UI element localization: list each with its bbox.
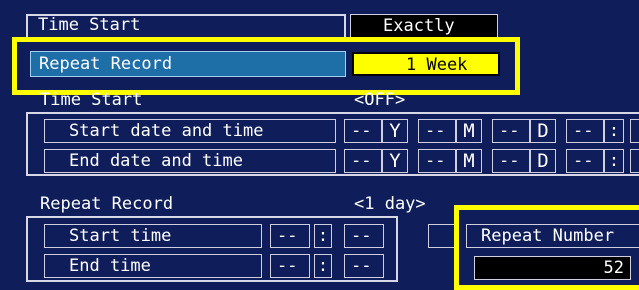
start-day-field[interactable]: -- [492,119,530,143]
time-start-top-label: Time Start [38,15,141,35]
end-date-time-label-box: End date and time [44,149,336,173]
end-time-minute-value: -- [351,256,372,276]
start-time-label: Start time [69,226,172,246]
end-day-field[interactable]: -- [492,149,530,173]
end-hour-value: -- [573,151,594,171]
end-month-unit: M [456,149,482,173]
end-time-hour-field[interactable]: -- [270,254,310,278]
end-month-value: -- [425,151,446,171]
start-hour-field[interactable]: -- [566,119,604,143]
repeat-number-value-box[interactable]: 52 [474,256,631,280]
start-month-unit: M [456,119,482,143]
repeat-record-value-box[interactable]: 1 Week [352,52,500,76]
start-day-unit: D [530,119,556,143]
time-start-mode-value-box[interactable]: Exactly [350,14,498,38]
start-hour-value: -- [573,121,594,141]
start-date-time-label-box: Start date and time [44,119,336,143]
end-year-value: -- [351,151,372,171]
start-year-value: -- [351,121,372,141]
repeat-record-state: <1 day> [354,194,426,214]
start-time-colon-2: : [314,224,332,248]
time-start-mode-value: Exactly [383,16,455,36]
start-day-value: -- [499,121,520,141]
repeat-number-value: 52 [603,258,624,278]
start-time-label-box: Start time [44,224,262,248]
start-time-colon: : [604,119,624,143]
start-month-value: -- [425,121,446,141]
repeat-record-value: 1 Week [406,55,468,75]
time-start-state: <OFF> [354,90,406,110]
start-time-minute-value: -- [351,226,372,246]
screen: { "row_top": { "label": "Time Start", "v… [0,0,639,290]
end-year-field[interactable]: -- [344,149,382,173]
repeat-record-section-title: Repeat Record [40,194,174,214]
end-time-label-box: End time [44,254,262,278]
end-time-colon: : [604,149,624,173]
repeat-number-label-box: Repeat Number [466,224,639,248]
end-time-hour-value: -- [277,256,298,276]
start-time-hour-field[interactable]: -- [270,224,310,248]
start-time-hour-value: -- [277,226,298,246]
start-time-minute-field[interactable]: -- [344,224,384,248]
end-time-label: End time [69,256,151,276]
repeat-number-label: Repeat Number [481,225,615,246]
time-start-section-title: Time Start [40,90,143,110]
end-date-time-label: End date and time [69,151,243,171]
repeat-record-row[interactable]: Repeat Record [30,51,346,77]
start-date-time-label: Start date and time [69,121,264,141]
start-minute-field-partial[interactable] [630,119,639,143]
end-day-value: -- [499,151,520,171]
end-time-colon-2: : [314,254,332,278]
start-year-field[interactable]: -- [344,119,382,143]
end-minute-field-partial[interactable] [630,149,639,173]
end-day-unit: D [530,149,556,173]
end-month-field[interactable]: -- [418,149,456,173]
start-year-unit: Y [382,119,408,143]
end-hour-field[interactable]: -- [566,149,604,173]
repeat-record-label: Repeat Record [39,54,173,74]
start-month-field[interactable]: -- [418,119,456,143]
end-year-unit: Y [382,149,408,173]
end-time-minute-field[interactable]: -- [344,254,384,278]
